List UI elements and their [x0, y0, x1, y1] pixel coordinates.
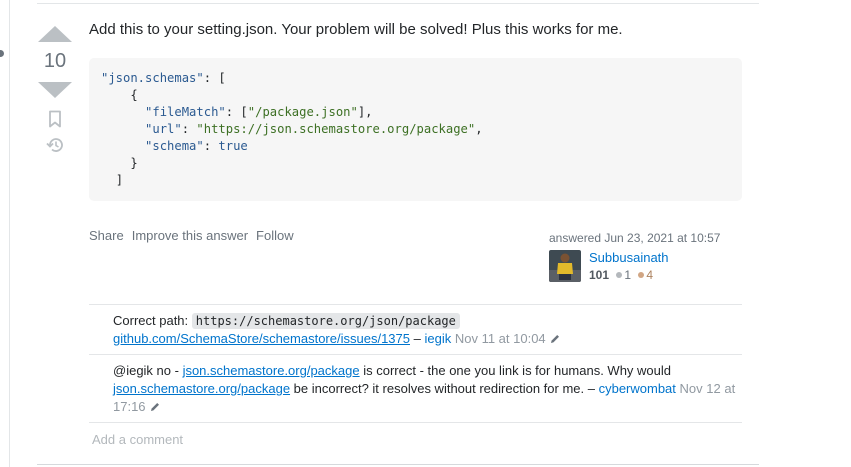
share-link[interactable]: Share — [89, 228, 124, 243]
avatar[interactable] — [549, 250, 581, 282]
comment: Correct path: https://schemastore.org/js… — [89, 304, 742, 354]
improve-answer-link[interactable]: Improve this answer — [132, 228, 248, 243]
silver-badge-icon — [616, 272, 623, 279]
code-block: "json.schemas": [ { "fileMatch": ["/pack… — [89, 58, 742, 201]
code-key: "json.schemas" — [101, 71, 204, 85]
user-card: answered Jun 23, 2021 at 10:57 Subbusain… — [549, 231, 721, 282]
silver-badge-count: 1 — [624, 268, 632, 282]
comments-list: Correct path: https://schemastore.org/js… — [89, 304, 742, 423]
code-string: "/package.json" — [247, 105, 358, 119]
comment: @iegik no - json.schemastore.org/package… — [89, 354, 742, 422]
comments-divider — [89, 422, 742, 423]
answer-bottom-divider — [37, 464, 759, 465]
add-comment-link[interactable]: Add a comment — [92, 432, 183, 447]
code-key: "schema" — [145, 139, 204, 153]
pencil-icon[interactable] — [149, 401, 161, 413]
code-key: "url" — [145, 122, 182, 136]
comment-code: https://schemastore.org/json/package — [191, 313, 460, 329]
follow-link[interactable]: Follow — [256, 228, 294, 243]
comment-link[interactable]: json.schemastore.org/package — [183, 363, 360, 378]
code-keyword: true — [218, 139, 248, 153]
comment-text: @iegik no - — [113, 363, 183, 378]
vote-panel: 10 — [37, 26, 73, 154]
comment-link[interactable]: json.schemastore.org/package — [113, 381, 290, 396]
code-key: "fileMatch" — [145, 105, 226, 119]
bronze-badge-icon — [638, 272, 645, 279]
bookmark-icon[interactable] — [48, 110, 62, 128]
answer-divider — [37, 3, 759, 4]
user-stats: 101 1 4 — [589, 268, 653, 282]
post-menu: Share Improve this answer Follow — [89, 228, 294, 243]
bronze-badge-count: 4 — [646, 268, 654, 282]
history-icon[interactable] — [45, 136, 65, 154]
comment-link[interactable]: github.com/SchemaStore/schemastore/issue… — [113, 331, 410, 346]
comment-text: Correct path: — [113, 313, 189, 328]
vote-count: 10 — [43, 50, 67, 72]
answered-timestamp: answered Jun 23, 2021 at 10:57 — [549, 231, 721, 245]
comment-separator: – — [584, 381, 599, 396]
sidebar-dot — [0, 50, 4, 57]
comment-user-link[interactable]: cyberwombat — [599, 381, 676, 396]
comment-date[interactable]: Nov 11 at 10:04 — [455, 331, 546, 346]
upvote-arrow-icon[interactable] — [38, 26, 72, 42]
comment-text: be incorrect? it resolves without redire… — [290, 381, 585, 396]
reputation-score: 101 — [589, 268, 610, 282]
comment-text: is correct - the one you link is for hum… — [359, 363, 672, 378]
pencil-icon[interactable] — [549, 333, 561, 345]
downvote-arrow-icon[interactable] — [38, 82, 72, 98]
comment-user-link[interactable]: iegik — [424, 331, 451, 346]
left-sidebar-edge — [9, 0, 10, 467]
comment-separator: – — [410, 331, 425, 346]
answer-body: Add this to your setting.json. Your prob… — [89, 21, 623, 38]
code-string: "https://json.schemastore.org/package" — [196, 122, 476, 136]
user-name-link[interactable]: Subbusainath — [589, 250, 669, 265]
